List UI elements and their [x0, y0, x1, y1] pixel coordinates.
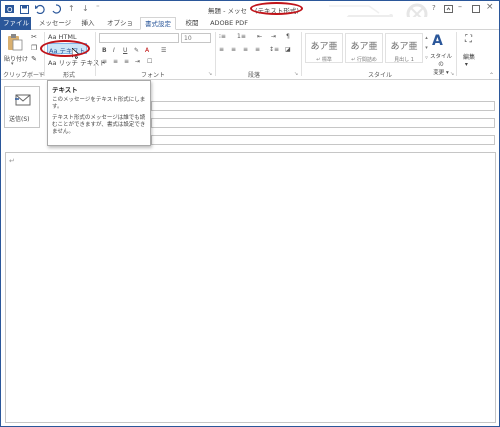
ribbon-tab-bar: ファイル メッセージ 挿入 オプション 書式設定 校閲 ADOBE PDF	[1, 17, 499, 40]
font-size-box[interactable]: 10	[181, 33, 211, 43]
style-name: ↵ 標準	[316, 57, 332, 63]
send-envelope-icon	[15, 94, 31, 106]
pilcrow-icon[interactable]: ¶	[286, 33, 290, 40]
shading-icon[interactable]: ◪	[285, 46, 291, 53]
highlight-circle-text-option	[40, 40, 90, 57]
bold-button[interactable]: B	[102, 47, 107, 54]
format-text-tooltip: テキスト このメッセージをテキスト形式にします。 テキスト形式のメッセージは誰で…	[47, 80, 151, 146]
save-icon[interactable]	[20, 5, 29, 14]
highlight-circle-title	[250, 2, 303, 15]
outlook-icon[interactable]: O	[5, 4, 15, 14]
para-justify-icon[interactable]: ≡	[255, 46, 260, 53]
format-painter-icon[interactable]: ✎	[30, 55, 38, 63]
tooltip-line2: テキスト形式のメッセージは誰でも読むことができますが、書式は設定できません。	[52, 115, 146, 135]
to-field[interactable]	[151, 101, 495, 111]
style-name: 見出し 1	[394, 57, 414, 63]
align-right-icon[interactable]: ≡	[124, 58, 129, 65]
font-name-box[interactable]	[99, 33, 179, 43]
style-normal[interactable]: あア亜 ↵ 標準	[305, 33, 343, 63]
align-center-icon[interactable]: ≡	[113, 58, 118, 65]
tooltip-line1: このメッセージをテキスト形式にします。	[52, 97, 146, 110]
ribbon: 貼り付け ▾ ✂ ❐ ✎ クリップボード ↘ Aa HTML Aa テキスト A…	[1, 30, 499, 80]
cut-icon[interactable]: ✂	[30, 33, 38, 41]
tab-options[interactable]: オプション	[104, 17, 136, 40]
redo-icon[interactable]	[51, 4, 61, 14]
window-title: 無題 - メッセ	[208, 7, 247, 15]
body-paragraph-mark: ↵	[9, 157, 15, 165]
tab-format-text[interactable]: 書式設定	[140, 17, 176, 30]
binoculars-icon[interactable]: ⛶	[465, 34, 472, 45]
style-sample: あア亜	[310, 42, 338, 52]
font-color-icon[interactable]: A	[145, 47, 149, 54]
font-group-label: フォント	[141, 72, 166, 79]
para-align-left-icon[interactable]: ≡	[219, 46, 224, 53]
align-left-icon[interactable]: ≡	[102, 58, 107, 65]
italic-button[interactable]: I	[113, 47, 115, 54]
format-rich-option[interactable]: Aa リッチ テキスト	[48, 57, 106, 67]
tab-review[interactable]: 校閲	[181, 17, 203, 30]
collapse-ribbon-icon[interactable]: ⌃	[489, 72, 494, 79]
para-align-center-icon[interactable]: ≡	[231, 46, 236, 53]
increase-indent-icon[interactable]: ⇥	[271, 33, 276, 40]
separator	[456, 32, 457, 76]
highlight-color-icon[interactable]: ✎	[134, 47, 139, 54]
up-arrow-icon[interactable]: ↑	[68, 4, 75, 13]
format-aa-icon: Aa	[48, 59, 57, 67]
font-size-value: 10	[184, 35, 192, 42]
more-icon[interactable]: ⁼	[96, 4, 100, 12]
format-rich-label: リッチ テキスト	[58, 59, 106, 67]
indent-icon[interactable]: ⇥	[135, 58, 140, 65]
para-align-right-icon[interactable]: ≡	[243, 46, 248, 53]
change-styles-label-line1: スタイルの	[429, 54, 452, 68]
number-list-icon[interactable]: 1≡	[237, 33, 246, 40]
separator	[215, 32, 216, 76]
bullets-icon[interactable]: ☰	[161, 47, 166, 54]
format-group-label: 形式	[63, 72, 76, 79]
tab-message[interactable]: メッセージ	[37, 17, 73, 30]
paste-icon[interactable]	[7, 33, 23, 51]
tab-file[interactable]: ファイル	[1, 17, 31, 30]
separator	[95, 32, 96, 76]
decrease-indent-icon[interactable]: ⇤	[257, 33, 262, 40]
style-heading1[interactable]: あア亜見出し 1	[385, 33, 423, 63]
styles-group-label: スタイル	[368, 72, 393, 79]
close-icon[interactable]: ×	[486, 2, 494, 12]
style-sample: あア亜	[350, 42, 378, 52]
separator	[44, 32, 45, 76]
paragraph-group-label: 段落	[248, 72, 261, 79]
send-label: 送信(S)	[9, 116, 30, 123]
clipboard-launcher-icon[interactable]: ↘	[38, 71, 42, 77]
bullet-list-icon[interactable]: ⁝≡	[219, 33, 226, 40]
edit-label-text: 編集	[463, 54, 476, 61]
paragraph-launcher-icon[interactable]: ↘	[294, 71, 298, 77]
font-launcher-icon[interactable]: ↘	[208, 71, 212, 77]
outlook-compose-window: O ↑ ↓ ⁼ 無題 - メッセ (テキスト形式) ? – × ファイル メッセ…	[0, 0, 500, 427]
style-sample: あア亜	[390, 42, 418, 52]
separator	[301, 32, 302, 76]
undo-icon[interactable]	[35, 4, 45, 14]
style-no-spacing[interactable]: あア亜 ↵ 行間詰め	[345, 33, 383, 63]
send-button[interactable]: 送信(S)	[4, 86, 40, 128]
down-arrow-icon[interactable]: ↓	[82, 4, 89, 13]
style-name: ↵ 行間詰め	[351, 57, 377, 63]
change-styles-icon[interactable]: A	[432, 33, 443, 49]
tooltip-title: テキスト	[52, 86, 78, 94]
paste-label[interactable]: 貼り付け	[4, 54, 28, 63]
tab-adobe-pdf[interactable]: ADOBE PDF	[209, 17, 249, 30]
edit-label[interactable]: 編集 ▾	[463, 52, 475, 68]
line-spacing-icon[interactable]: ↕≡	[269, 46, 279, 53]
paste-dropdown-icon[interactable]: ▾	[11, 61, 14, 67]
underline-button[interactable]: U	[123, 47, 127, 54]
change-styles-label-line2: 変更	[433, 70, 445, 76]
tab-insert[interactable]: 挿入	[77, 17, 99, 30]
subject-field[interactable]	[151, 135, 495, 145]
maximize-icon[interactable]	[472, 5, 480, 13]
clear-format-icon[interactable]: ☐	[147, 58, 152, 65]
message-body[interactable]: ↵	[5, 152, 496, 423]
styles-launcher-icon[interactable]: ↘	[450, 71, 454, 77]
svg-text:O: O	[7, 6, 13, 14]
cc-field[interactable]	[151, 118, 495, 128]
copy-icon[interactable]: ❐	[30, 44, 38, 52]
